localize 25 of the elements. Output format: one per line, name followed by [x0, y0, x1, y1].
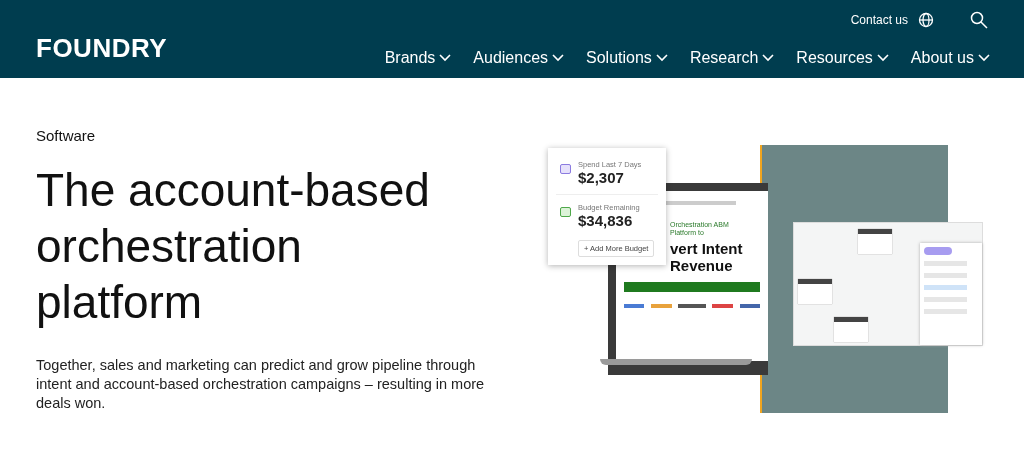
chevron-down-icon [439, 54, 452, 62]
chevron-down-icon [552, 54, 565, 62]
chevron-down-icon [762, 54, 775, 62]
stat-icon [560, 164, 571, 174]
nav-menu-item[interactable]: Solutions [586, 49, 668, 67]
nav-menu-item[interactable]: Research [689, 49, 775, 67]
nav-menu-item[interactable]: Audiences [473, 49, 565, 67]
nav-menu-item[interactable]: Brands [384, 49, 452, 67]
chevron-down-icon [876, 54, 889, 62]
stat-value: $2,307 [578, 169, 625, 186]
nav-menu-item[interactable]: Resources [796, 49, 889, 67]
hero-description: Together, sales and marketing can predict and grow pipeline through intent and account-based orchestration campaigns – resulting in more deals won. [36, 356, 486, 413]
contact-link[interactable]: Contact us [850, 13, 908, 27]
stat-icon [560, 207, 571, 217]
menu-bar [666, 201, 736, 205]
nav-menu-item[interactable]: About us [910, 49, 990, 67]
stat-value: $34,836 [578, 212, 634, 229]
headline: vert Intent Revenue [670, 240, 743, 274]
hero-title: The account-based orchestration platform [36, 163, 431, 330]
category-label: Software [36, 127, 97, 144]
chevron-down-icon [655, 54, 668, 62]
logo[interactable]: FOUNDRY [36, 35, 168, 61]
globe-icon[interactable] [918, 12, 934, 28]
chevron-down-icon [978, 54, 990, 62]
search-icon[interactable] [970, 11, 988, 29]
